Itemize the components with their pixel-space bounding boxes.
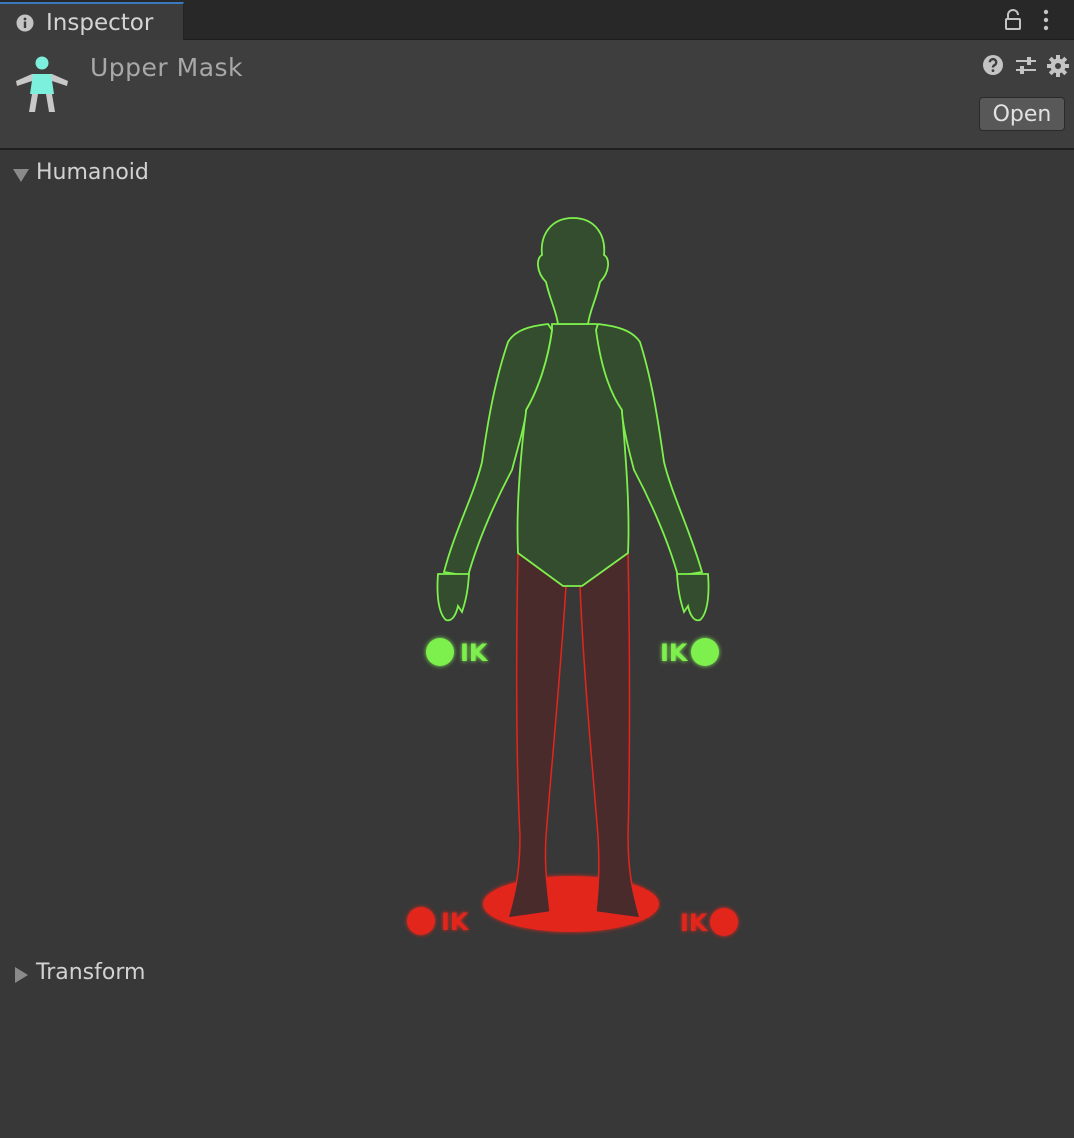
right-hand-ik-toggle[interactable]: IK — [660, 638, 719, 667]
kebab-menu-icon[interactable] — [1036, 8, 1056, 32]
right-foot-ik-dot — [710, 908, 738, 936]
tab-inspector[interactable]: Inspector — [0, 2, 184, 40]
transform-foldout[interactable]: Transform — [12, 960, 232, 990]
left-foot-ik-toggle[interactable]: IK — [407, 907, 470, 936]
humanoid-foldout[interactable]: Humanoid — [12, 160, 232, 190]
left-hand-part[interactable] — [436, 573, 470, 622]
humanoid-mask-figure: IK IK IK IK — [407, 217, 738, 937]
tab-bar: Inspector — [0, 0, 1074, 40]
left-leg-part[interactable] — [506, 551, 567, 919]
left-hand-ik-label: IK — [460, 639, 489, 667]
right-hand-ik-label: IK — [660, 639, 689, 667]
left-foot-ik-dot — [407, 907, 435, 935]
triangle-right-icon — [15, 967, 28, 983]
right-foot-ik-toggle[interactable]: IK — [680, 908, 738, 937]
asset-title: Upper Mask — [90, 53, 244, 82]
tab-label: Inspector — [46, 10, 154, 36]
gear-icon[interactable] — [1046, 54, 1070, 78]
help-icon[interactable] — [982, 54, 1004, 76]
triangle-down-icon — [13, 169, 29, 182]
right-leg-part[interactable] — [579, 551, 642, 919]
left-hand-ik-dot — [426, 638, 454, 666]
transform-label: Transform — [36, 960, 146, 985]
right-hand-ik-dot — [691, 638, 719, 666]
left-hand-ik-toggle[interactable]: IK — [426, 638, 489, 667]
open-button[interactable]: Open — [979, 97, 1065, 131]
info-icon — [16, 14, 34, 32]
humanoid-label: Humanoid — [36, 160, 149, 185]
head-part[interactable] — [537, 217, 609, 325]
preset-icon[interactable] — [1014, 54, 1038, 78]
right-foot-ik-label: IK — [680, 909, 709, 937]
lock-icon[interactable] — [1002, 8, 1024, 32]
inspector-header: Upper Mask Open — [0, 40, 1074, 150]
right-hand-part[interactable] — [676, 573, 710, 622]
left-foot-ik-label: IK — [441, 908, 470, 936]
avatar-mask-icon — [16, 56, 68, 112]
